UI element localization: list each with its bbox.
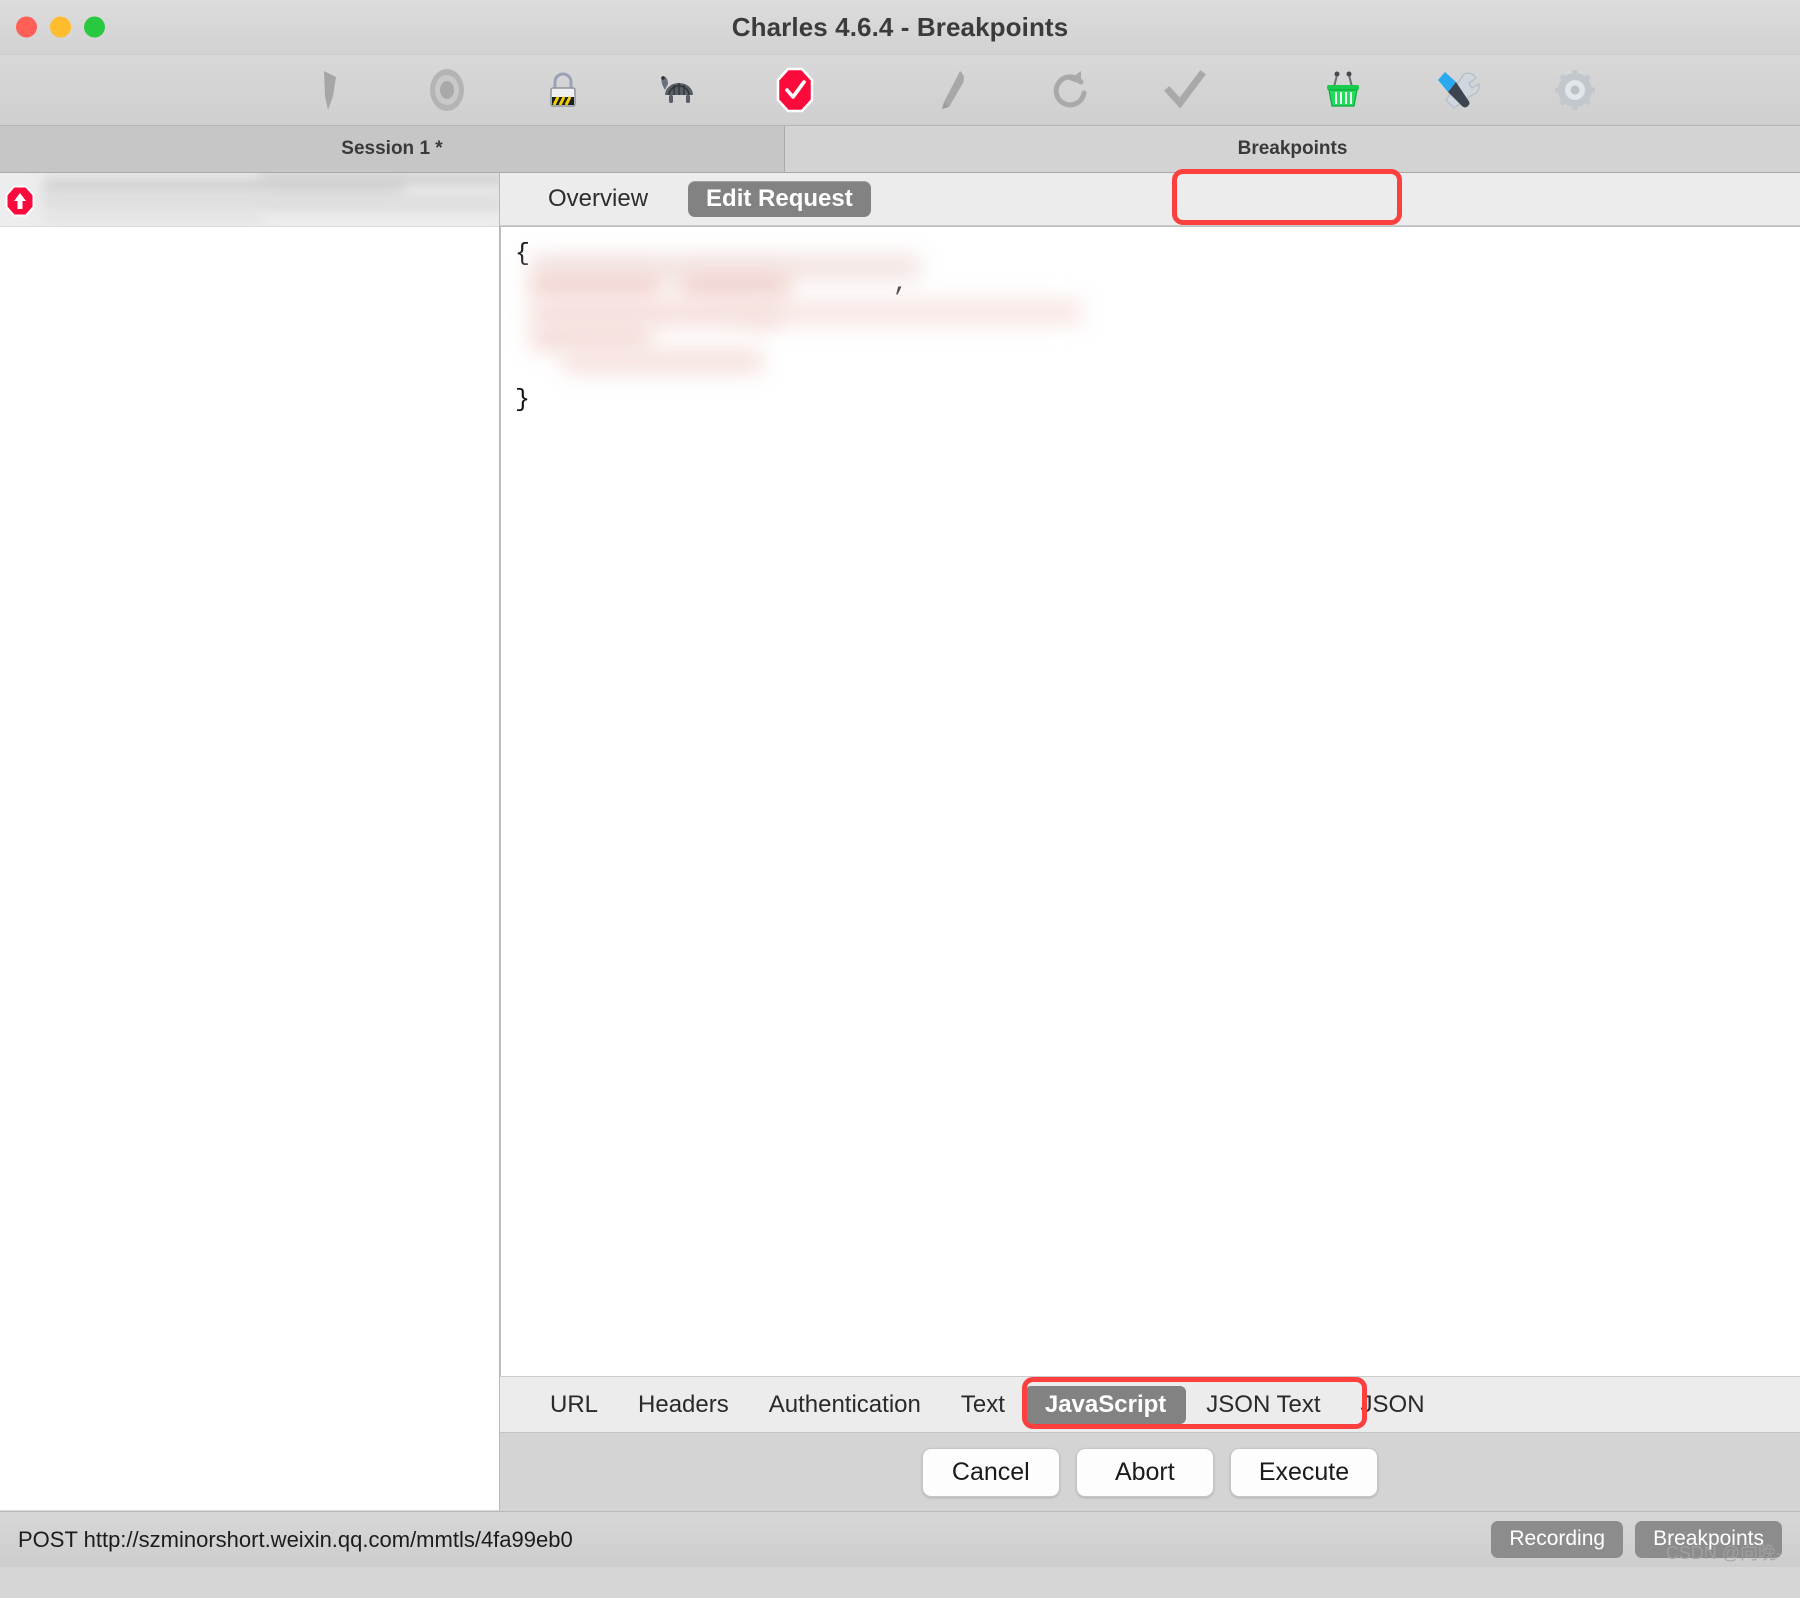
request-detail-pane: Overview Edit Request { , } URL Headers … (500, 169, 1800, 1511)
checkmark-glyph (1164, 70, 1206, 109)
redacted-json-line (741, 301, 1081, 323)
tab-authentication[interactable]: Authentication (749, 1386, 941, 1424)
abort-button[interactable]: Abort (1075, 1447, 1214, 1497)
session-tabstrip: Session 1 * Breakpoints (0, 126, 1800, 173)
breakpoint-octagon-glyph (776, 67, 814, 113)
minimize-window-button[interactable] (50, 16, 71, 38)
settings-gear-icon[interactable] (1536, 62, 1614, 118)
request-list-header (0, 173, 499, 227)
window-title: Charles 4.6.4 - Breakpoints (731, 11, 1069, 42)
redacted-text (44, 195, 499, 211)
record-glyph (430, 69, 464, 111)
tab-text[interactable]: Text (941, 1386, 1025, 1424)
breakpoint-request-badge-icon (5, 185, 35, 217)
action-button-bar: Cancel Abort Execute (500, 1432, 1800, 1511)
tab-breakpoints[interactable]: Breakpoints (785, 126, 1800, 172)
clear-session-glyph (324, 71, 336, 110)
basket-icon[interactable] (1304, 62, 1382, 118)
tab-javascript[interactable]: JavaScript (1024, 1385, 1187, 1424)
tools-icon[interactable] (1420, 62, 1498, 118)
validate-icon[interactable] (1146, 62, 1224, 118)
json-open-brace: { (515, 239, 531, 268)
throttling-icon[interactable] (640, 62, 718, 118)
main-toolbar (0, 55, 1800, 126)
tab-json-text[interactable]: JSON Text (1186, 1386, 1340, 1424)
tab-edit-request[interactable]: Edit Request (688, 181, 871, 217)
redacted-json-line (531, 327, 651, 349)
shopping-basket-glyph (1327, 71, 1359, 107)
redacted-json-line (563, 349, 763, 373)
json-body-editor[interactable]: { , } (500, 226, 1800, 1376)
request-list[interactable] (0, 227, 499, 1511)
tab-url[interactable]: URL (530, 1386, 618, 1424)
tab-json[interactable]: JSON (1341, 1386, 1445, 1424)
cancel-button[interactable]: Cancel (921, 1447, 1060, 1497)
clear-session-icon[interactable] (292, 62, 370, 118)
padlock-glyph (550, 72, 576, 107)
pen-glyph (942, 71, 964, 109)
status-bar: POST http://szminorshort.weixin.qq.com/m… (0, 1511, 1800, 1567)
ssl-proxying-icon[interactable] (524, 62, 602, 118)
tools-glyph (1438, 72, 1480, 109)
title-bar: Charles 4.6.4 - Breakpoints (0, 0, 1800, 55)
request-list-pane (0, 173, 500, 1511)
tab-overview[interactable]: Overview (530, 181, 666, 217)
compose-icon[interactable] (914, 62, 992, 118)
status-toggles: Recording Breakpoints (1491, 1521, 1782, 1558)
recording-status-badge[interactable]: Recording (1491, 1521, 1624, 1558)
refresh-arrow-glyph (1053, 71, 1087, 108)
body-split: Overview Edit Request { , } URL Headers … (0, 169, 1800, 1511)
execute-button[interactable]: Execute (1229, 1447, 1379, 1497)
close-window-button[interactable] (16, 16, 37, 38)
window-controls (16, 16, 105, 38)
turtle-glyph (661, 76, 693, 103)
redacted-json-line (531, 275, 661, 297)
json-close-brace: } (515, 385, 531, 414)
charles-window: Charles 4.6.4 - Breakpoints Session 1 * … (0, 0, 1800, 1598)
tab-session-1[interactable]: Session 1 * (0, 126, 785, 172)
editor-format-tab-bar: URL Headers Authentication Text JavaScri… (500, 1376, 1800, 1432)
maximize-window-button[interactable] (84, 16, 105, 38)
tab-headers[interactable]: Headers (618, 1386, 749, 1424)
gear-glyph (1555, 70, 1595, 110)
breakpoints-status-badge[interactable]: Breakpoints (1635, 1521, 1782, 1558)
record-stop-icon[interactable] (408, 62, 486, 118)
redacted-text (44, 211, 264, 225)
redacted-json-line (679, 275, 789, 297)
request-tab-bar: Overview Edit Request (500, 169, 1800, 226)
status-url-text: POST http://szminorshort.weixin.qq.com/m… (18, 1526, 573, 1552)
breakpoints-icon[interactable] (756, 62, 834, 118)
repeat-icon[interactable] (1030, 62, 1108, 118)
edit-request-highlight (1172, 169, 1402, 225)
redacted-text (260, 173, 499, 185)
